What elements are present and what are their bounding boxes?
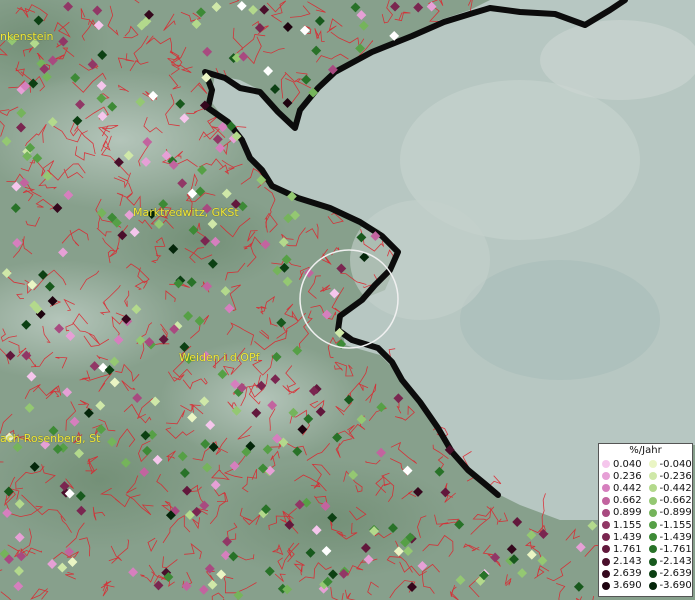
legend-value: 2.143 (613, 556, 642, 568)
legend-entry-positive: 0.040 (599, 459, 646, 470)
legend-swatch (602, 496, 610, 505)
legend-swatch (648, 484, 657, 493)
legend-entry-negative: -3.690 (646, 580, 693, 591)
legend-swatch (602, 484, 610, 493)
legend-value: 2.639 (613, 568, 642, 580)
legend-value: 0.442 (613, 482, 642, 494)
legend-entry-positive: 0.442 (599, 483, 646, 494)
legend-row: 0.040 -0.040 (599, 458, 692, 470)
legend-entry-positive: 2.143 (599, 556, 646, 567)
legend-value: 3.690 (613, 580, 642, 592)
legend-entry-positive: 1.761 (599, 544, 646, 555)
legend-row: 0.899 -0.899 (599, 507, 692, 519)
legend-swatch (602, 557, 610, 566)
legend-value: -1.155 (659, 519, 692, 531)
legend-value: -1.439 (659, 531, 692, 543)
legend-row: 1.155 -1.155 (599, 519, 692, 531)
legend-swatch (602, 460, 610, 469)
legend-value: -0.442 (659, 482, 692, 494)
legend-swatch (648, 545, 657, 554)
legend-swatch (602, 581, 610, 590)
legend-swatch (648, 508, 657, 517)
legend-swatch (648, 533, 657, 542)
legend-value: -2.143 (659, 556, 692, 568)
legend-entry-positive: 3.690 (599, 580, 646, 591)
legend-swatch (648, 581, 657, 590)
legend-row: 0.442 -0.442 (599, 482, 692, 494)
legend-swatch (648, 521, 657, 530)
legend-row: 3.690 -3.690 (599, 580, 692, 592)
legend-value: -1.761 (659, 543, 692, 555)
legend-value: 0.899 (613, 507, 642, 519)
legend-value: -0.236 (659, 470, 692, 482)
place-label-marktredwitz: Marktredwitz, GKSt (133, 206, 239, 219)
legend-title: %/Jahr (629, 445, 662, 456)
legend-value: 0.236 (613, 470, 642, 482)
legend-entry-negative: -0.040 (646, 459, 693, 470)
place-label-frankenstein: nkenstein (0, 30, 54, 43)
legend-swatch (602, 472, 610, 481)
legend-value: -3.690 (659, 580, 692, 592)
legend-entry-negative: -0.899 (646, 507, 693, 518)
legend-value: -0.040 (659, 458, 692, 470)
legend-swatch (648, 496, 657, 505)
legend-row: 0.236 -0.236 (599, 470, 692, 482)
legend-row: 0.662 -0.662 (599, 495, 692, 507)
legend-entry-negative: -0.442 (646, 483, 693, 494)
legend-row: 2.639 -2.639 (599, 568, 692, 580)
legend-rows: 0.040 -0.040 0.236 -0.236 0.442 -0.442 0.662 -0… (599, 458, 692, 592)
legend-swatch (648, 557, 657, 566)
legend-value: 1.439 (613, 531, 642, 543)
legend-swatch (648, 569, 657, 578)
place-label-rosenberg: ach-Rosenberg, St (0, 432, 101, 445)
legend-value: 1.761 (613, 543, 642, 555)
legend-entry-negative: -1.439 (646, 532, 693, 543)
legend-entry-negative: -0.662 (646, 495, 693, 506)
legend-entry-positive: 0.899 (599, 507, 646, 518)
legend-entry-negative: -1.155 (646, 520, 693, 531)
legend-row: 1.761 -1.761 (599, 543, 692, 555)
legend-row: 1.439 -1.439 (599, 531, 692, 543)
legend-swatch (648, 460, 657, 469)
legend-entry-negative: -0.236 (646, 471, 693, 482)
legend-swatch (648, 472, 657, 481)
legend-swatch (602, 569, 610, 578)
legend-entry-negative: -2.143 (646, 556, 693, 567)
legend-value: -0.899 (659, 507, 692, 519)
map-canvas[interactable] (0, 0, 695, 600)
legend-value: 0.662 (613, 495, 642, 507)
legend-value: -2.639 (659, 568, 692, 580)
legend-value: 0.040 (613, 458, 642, 470)
legend-value: 1.155 (613, 519, 642, 531)
legend-swatch (602, 533, 610, 542)
legend-row: 2.143 -2.143 (599, 556, 692, 568)
legend-swatch (602, 521, 610, 530)
legend-swatch (602, 545, 610, 554)
place-label-weiden: Weiden i.d.OPf (179, 351, 260, 364)
legend-value: -0.662 (659, 495, 692, 507)
legend-entry-positive: 0.236 (599, 471, 646, 482)
map-legend: %/Jahr 0.040 -0.040 0.236 -0.236 0.442 -0.442… (598, 443, 693, 597)
legend-swatch (602, 508, 610, 517)
legend-entry-positive: 1.155 (599, 520, 646, 531)
legend-entry-negative: -1.761 (646, 544, 693, 555)
legend-entry-negative: -2.639 (646, 568, 693, 579)
legend-entry-positive: 1.439 (599, 532, 646, 543)
legend-entry-positive: 2.639 (599, 568, 646, 579)
legend-entry-positive: 0.662 (599, 495, 646, 506)
